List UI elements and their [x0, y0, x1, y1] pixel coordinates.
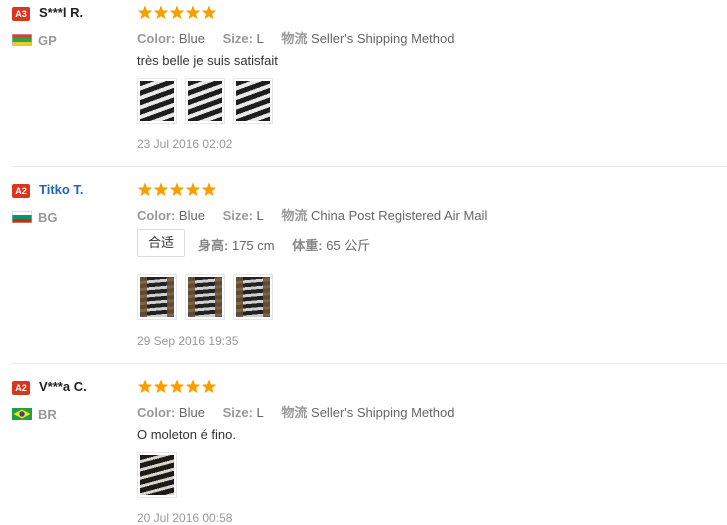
color-label: Color: [137, 31, 176, 46]
star-icon [153, 379, 169, 394]
buyer-country: BG [38, 210, 58, 225]
shipping-value: Seller's Shipping Method [311, 405, 455, 420]
color-value: Blue [178, 31, 205, 46]
buyer-name: S***l R. [39, 5, 84, 20]
star-rating [137, 182, 217, 198]
star-icon [185, 182, 201, 197]
buyer-name: V***a C. [39, 379, 87, 394]
photo-image [140, 277, 174, 317]
buyer-name-link[interactable]: Titko T. [39, 182, 84, 197]
star-icon [137, 5, 153, 20]
review-text: O moleton é fino. [137, 427, 236, 442]
height-label: 身高: [198, 238, 229, 253]
buyer-level-badge: A2 [12, 184, 30, 198]
divider [12, 363, 727, 364]
body-measurements: 身高: 175 cm 体重: 65 公斤 [198, 235, 370, 254]
star-icon [137, 182, 153, 197]
review-photo[interactable] [137, 274, 177, 320]
star-icon [185, 5, 201, 20]
star-icon [137, 379, 153, 394]
weight-value: 65 公斤 [326, 238, 371, 253]
review-photo[interactable] [137, 452, 177, 498]
shipping-value: China Post Registered Air Mail [311, 208, 488, 223]
buyer-country: GP [38, 33, 57, 48]
divider [12, 166, 727, 167]
flag-gp-icon [12, 34, 32, 46]
order-attributes: Color: Blue Size: L 物流 Seller's Shipping… [137, 402, 468, 421]
buyer-level-badge: A3 [12, 7, 30, 21]
photo-image [140, 455, 174, 495]
review-photo[interactable] [233, 274, 273, 320]
star-icon [169, 182, 185, 197]
star-icon [153, 182, 169, 197]
review-date: 23 Jul 2016 02:02 [137, 137, 233, 151]
star-rating [137, 379, 217, 395]
star-icon [169, 379, 185, 394]
buyer-country: BR [38, 407, 57, 422]
size-label: Size: [222, 208, 253, 223]
star-icon [169, 5, 185, 20]
size-value: L [256, 31, 264, 46]
size-value: L [256, 405, 264, 420]
star-icon [153, 5, 169, 20]
photo-image [140, 81, 174, 121]
color-label: Color: [137, 208, 176, 223]
photo-image [236, 277, 270, 317]
shipping-value: Seller's Shipping Method [311, 31, 455, 46]
color-value: Blue [178, 208, 205, 223]
review-photo[interactable] [137, 78, 177, 124]
height-value: 175 cm [231, 238, 275, 253]
star-icon [201, 5, 217, 20]
star-icon [201, 182, 217, 197]
flag-bg-icon [12, 211, 32, 223]
review-photo[interactable] [185, 274, 225, 320]
star-rating [137, 5, 217, 21]
photo-image [188, 81, 222, 121]
review-photo[interactable] [185, 78, 225, 124]
buyer-level-badge: A2 [12, 381, 30, 395]
shipping-label: 物流 [281, 208, 308, 223]
size-value: L [256, 208, 264, 223]
review-date: 20 Jul 2016 00:58 [137, 511, 233, 525]
color-value: Blue [178, 405, 205, 420]
review-date: 29 Sep 2016 19:35 [137, 334, 239, 348]
star-icon [201, 379, 217, 394]
review-photo[interactable] [233, 78, 273, 124]
size-label: Size: [222, 31, 253, 46]
weight-label: 体重: [292, 238, 323, 253]
star-icon [185, 379, 201, 394]
shipping-label: 物流 [281, 31, 308, 46]
photo-image [188, 277, 222, 317]
fit-tag: 合适 [137, 229, 186, 257]
review-text: très belle je suis satisfait [137, 53, 278, 68]
color-label: Color: [137, 405, 176, 420]
order-attributes: Color: Blue Size: L 物流 China Post Regist… [137, 205, 501, 224]
photo-image [236, 81, 270, 121]
order-attributes: Color: Blue Size: L 物流 Seller's Shipping… [137, 28, 468, 47]
size-label: Size: [222, 405, 253, 420]
shipping-label: 物流 [281, 405, 308, 420]
flag-br-icon [12, 408, 32, 420]
